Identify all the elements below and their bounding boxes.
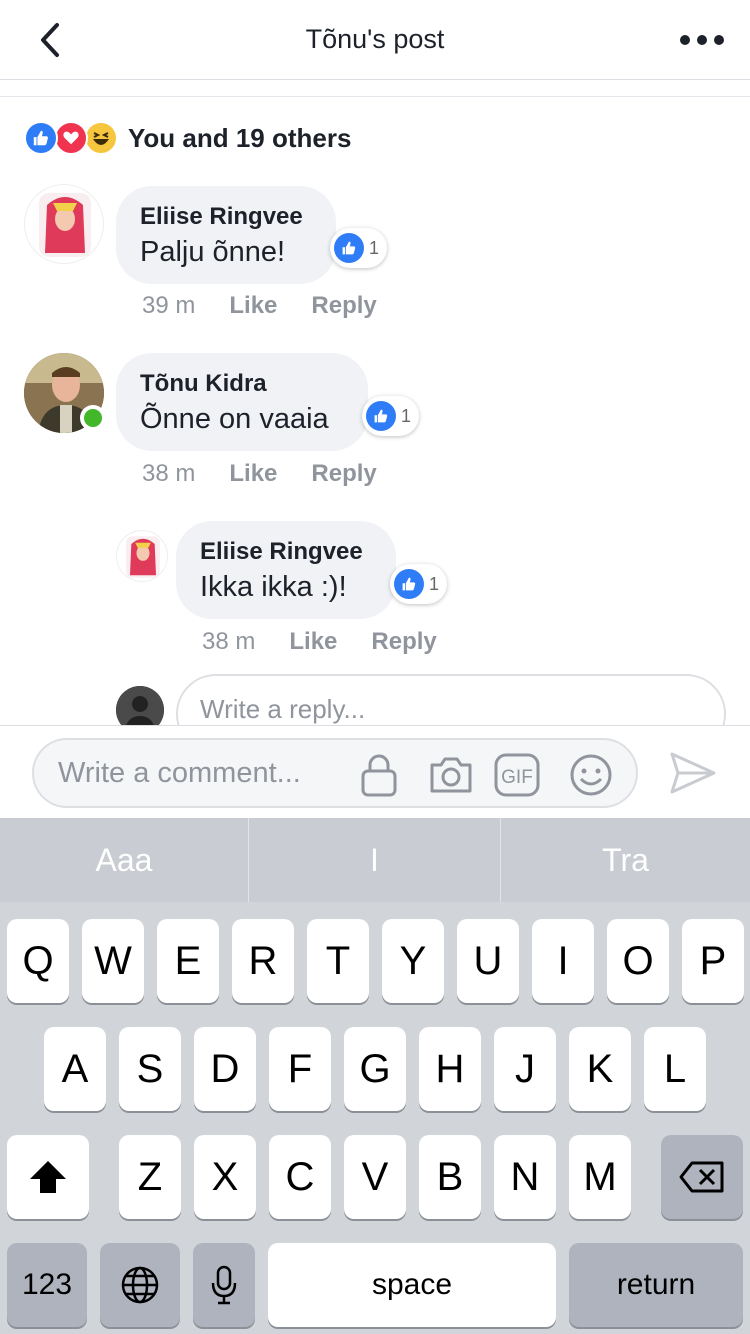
key-d[interactable]: D bbox=[194, 1027, 256, 1111]
comment-meta: 39 m Like Reply bbox=[142, 292, 411, 320]
comment-text: Ikka ikka :)! bbox=[200, 571, 347, 603]
key-p[interactable]: P bbox=[682, 919, 744, 1003]
comment-meta: 38 m Like Reply bbox=[142, 460, 411, 488]
comment-author[interactable]: Eliise Ringvee bbox=[200, 537, 372, 567]
reply-button[interactable]: Reply bbox=[311, 292, 376, 320]
like-icon bbox=[334, 233, 364, 263]
key-z[interactable]: Z bbox=[119, 1135, 181, 1219]
predictive-bar: Aaa I Tra bbox=[0, 818, 750, 902]
key-s[interactable]: S bbox=[119, 1027, 181, 1111]
shift-icon bbox=[30, 1161, 66, 1193]
like-button[interactable]: Like bbox=[229, 460, 277, 488]
key-q[interactable]: Q bbox=[7, 919, 69, 1003]
key-y[interactable]: Y bbox=[382, 919, 444, 1003]
space-key[interactable]: space bbox=[268, 1243, 556, 1327]
top-bar: Tõnu's post bbox=[0, 0, 750, 80]
return-key[interactable]: return bbox=[569, 1243, 743, 1327]
globe-key[interactable] bbox=[100, 1243, 180, 1327]
comment-meta: 38 m Like Reply bbox=[202, 628, 471, 656]
avatar[interactable] bbox=[24, 184, 104, 264]
lock-icon[interactable] bbox=[356, 752, 402, 798]
comment-time: 38 m bbox=[142, 460, 196, 487]
haha-reaction-icon bbox=[84, 121, 118, 155]
love-reaction-icon bbox=[54, 121, 88, 155]
dot-icon bbox=[697, 35, 707, 45]
key-n[interactable]: N bbox=[494, 1135, 556, 1219]
comment-bubble[interactable]: Eliise Ringvee Ikka ikka :)! bbox=[176, 521, 396, 619]
reactions-summary[interactable]: You and 19 others bbox=[24, 118, 351, 158]
suggestion-3[interactable]: Tra bbox=[501, 818, 750, 902]
divider bbox=[0, 96, 750, 97]
comment-time: 39 m bbox=[142, 292, 196, 319]
delete-key[interactable] bbox=[661, 1135, 743, 1219]
comment-like-count[interactable]: 1 bbox=[330, 228, 388, 268]
reply-placeholder: Write a reply... bbox=[200, 694, 366, 724]
key-f[interactable]: F bbox=[269, 1027, 331, 1111]
like-count: 1 bbox=[369, 237, 380, 258]
like-count: 1 bbox=[429, 573, 440, 594]
like-button[interactable]: Like bbox=[289, 628, 337, 656]
suggestion-1[interactable]: Aaa bbox=[0, 818, 248, 902]
key-u[interactable]: U bbox=[457, 919, 519, 1003]
key-r[interactable]: R bbox=[232, 919, 294, 1003]
key-b[interactable]: B bbox=[419, 1135, 481, 1219]
keyboard: Aaa I Tra Q W E R T Y U I O P A S D F G … bbox=[0, 818, 750, 1334]
like-reaction-icon bbox=[24, 121, 58, 155]
comment-like-count[interactable]: 1 bbox=[390, 564, 448, 604]
like-button[interactable]: Like bbox=[229, 292, 277, 320]
comment-author[interactable]: Tõnu Kidra bbox=[140, 369, 344, 399]
backspace-icon bbox=[679, 1161, 724, 1193]
send-icon bbox=[670, 752, 716, 794]
comment-composer: Write a comment... GIF bbox=[0, 725, 750, 818]
comment-time: 38 m bbox=[202, 628, 256, 655]
key-v[interactable]: V bbox=[344, 1135, 406, 1219]
like-icon bbox=[366, 401, 396, 431]
key-x[interactable]: X bbox=[194, 1135, 256, 1219]
key-i[interactable]: I bbox=[532, 919, 594, 1003]
numbers-key[interactable]: 123 bbox=[7, 1243, 87, 1327]
comment-bubble[interactable]: Eliise Ringvee Palju õnne! bbox=[116, 186, 336, 284]
microphone-icon bbox=[211, 1265, 237, 1305]
reply-button[interactable]: Reply bbox=[371, 628, 436, 656]
comment-author[interactable]: Eliise Ringvee bbox=[140, 202, 312, 232]
reactions-count-label: You and 19 others bbox=[128, 122, 352, 153]
key-j[interactable]: J bbox=[494, 1027, 556, 1111]
more-options-button[interactable] bbox=[680, 26, 724, 54]
gif-label: GIF bbox=[501, 767, 533, 788]
comment-like-count[interactable]: 1 bbox=[362, 396, 420, 436]
key-c[interactable]: C bbox=[269, 1135, 331, 1219]
like-icon bbox=[394, 569, 424, 599]
dot-icon bbox=[714, 35, 724, 45]
globe-icon bbox=[121, 1266, 159, 1304]
avatar[interactable] bbox=[116, 530, 168, 582]
key-m[interactable]: M bbox=[569, 1135, 631, 1219]
page-title: Tõnu's post bbox=[305, 24, 445, 54]
comment-text: Õnne on vaaia bbox=[140, 403, 329, 435]
comment-placeholder: Write a comment... bbox=[58, 757, 301, 789]
key-l[interactable]: L bbox=[644, 1027, 706, 1111]
sticker-icon[interactable] bbox=[568, 752, 614, 798]
send-button[interactable] bbox=[668, 748, 718, 798]
key-w[interactable]: W bbox=[82, 919, 144, 1003]
dot-icon bbox=[680, 35, 690, 45]
online-status-indicator bbox=[80, 405, 106, 431]
shift-key[interactable] bbox=[7, 1135, 89, 1219]
key-o[interactable]: O bbox=[607, 919, 669, 1003]
key-e[interactable]: E bbox=[157, 919, 219, 1003]
dictation-key[interactable] bbox=[193, 1243, 255, 1327]
comment-input[interactable]: Write a comment... GIF bbox=[32, 738, 638, 808]
key-h[interactable]: H bbox=[419, 1027, 481, 1111]
suggestion-2[interactable]: I bbox=[249, 818, 500, 902]
key-a[interactable]: A bbox=[44, 1027, 106, 1111]
comment-text: Palju õnne! bbox=[140, 236, 286, 268]
reply-button[interactable]: Reply bbox=[311, 460, 376, 488]
key-t[interactable]: T bbox=[307, 919, 369, 1003]
camera-icon[interactable] bbox=[428, 752, 474, 798]
key-g[interactable]: G bbox=[344, 1027, 406, 1111]
comment-bubble[interactable]: Tõnu Kidra Õnne on vaaia bbox=[116, 353, 368, 451]
like-count: 1 bbox=[401, 405, 412, 426]
gif-button[interactable]: GIF bbox=[494, 752, 540, 798]
key-k[interactable]: K bbox=[569, 1027, 631, 1111]
